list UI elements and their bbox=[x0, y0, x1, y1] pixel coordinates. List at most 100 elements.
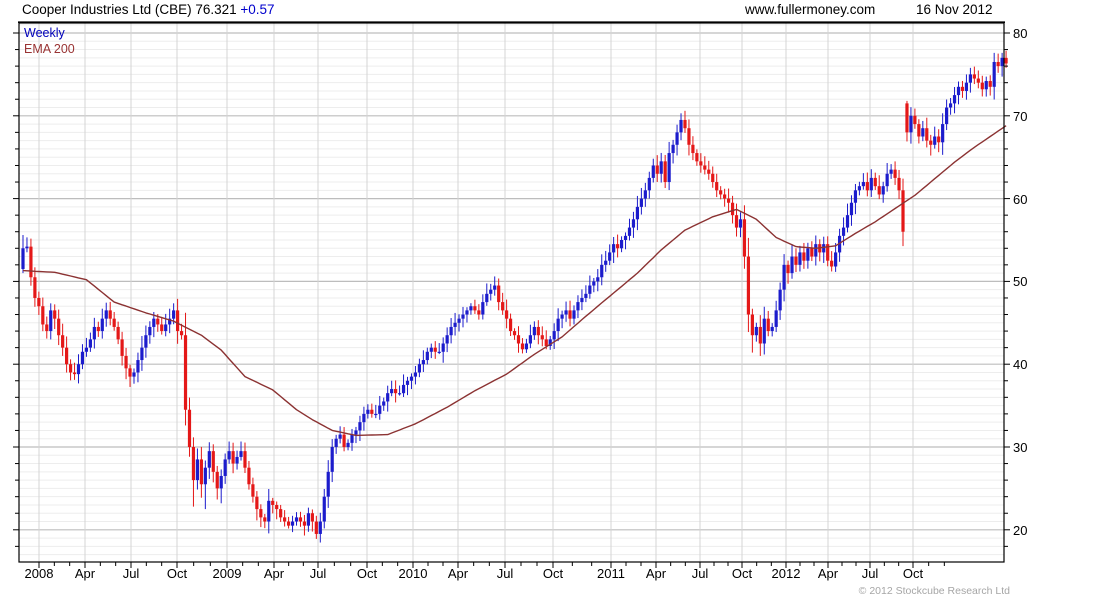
candle-down bbox=[699, 161, 703, 166]
candle-down bbox=[112, 318, 116, 327]
candle-down bbox=[730, 202, 735, 216]
candle-up bbox=[421, 360, 425, 365]
candle-up bbox=[362, 413, 366, 423]
candle-wick bbox=[240, 441, 242, 461]
candle-wick bbox=[410, 373, 412, 390]
candle-down bbox=[473, 306, 477, 311]
candle-down bbox=[179, 331, 184, 336]
candle-up bbox=[933, 136, 937, 145]
candle-up bbox=[869, 177, 873, 191]
candle-up bbox=[330, 447, 334, 472]
candle-up bbox=[350, 434, 354, 443]
candle-down bbox=[302, 521, 307, 526]
candle-up bbox=[679, 119, 683, 133]
candle-down bbox=[719, 190, 723, 195]
candle-up bbox=[584, 293, 588, 298]
candle-down bbox=[247, 467, 251, 485]
candle-up bbox=[140, 347, 144, 361]
candle-down bbox=[501, 302, 505, 311]
chart-canvas[interactable] bbox=[0, 0, 1100, 600]
candle-down bbox=[540, 335, 544, 340]
candle-down bbox=[263, 517, 267, 522]
x-axis-label-apr: Apr bbox=[263, 566, 285, 581]
candle-down bbox=[279, 509, 283, 518]
candle-down bbox=[243, 451, 247, 468]
candle-up bbox=[576, 302, 580, 311]
candle-down bbox=[251, 484, 255, 497]
candle-down bbox=[703, 165, 707, 170]
candle-down bbox=[108, 310, 112, 319]
candle-up bbox=[782, 264, 786, 290]
candle-up bbox=[239, 451, 243, 457]
candle-up bbox=[806, 248, 810, 261]
candle-up bbox=[80, 351, 85, 365]
candle-up bbox=[326, 471, 330, 497]
candle-wick bbox=[375, 404, 377, 419]
candle-wick bbox=[458, 314, 460, 332]
candle-up bbox=[469, 306, 473, 311]
candle-wick bbox=[561, 310, 563, 329]
x-axis-label-2009: 2009 bbox=[212, 566, 242, 581]
candle-up bbox=[322, 496, 326, 522]
candle-up bbox=[532, 326, 536, 336]
candle-down bbox=[255, 496, 259, 510]
y-axis-label-30: 30 bbox=[1013, 440, 1028, 455]
candle-down bbox=[901, 190, 905, 232]
candle-down bbox=[505, 310, 509, 319]
candle-up bbox=[136, 360, 140, 373]
candle-down bbox=[695, 153, 699, 162]
candle-down bbox=[41, 306, 45, 325]
candle-down bbox=[61, 335, 65, 348]
candle-down bbox=[120, 339, 124, 356]
candle-up bbox=[857, 186, 862, 191]
candle-down bbox=[893, 169, 897, 178]
candle-wick bbox=[466, 307, 468, 323]
legend-weekly-label: Weekly bbox=[24, 26, 65, 40]
candle-up bbox=[88, 339, 92, 348]
candle-up bbox=[449, 326, 453, 336]
candle-up bbox=[417, 364, 421, 373]
candle-up bbox=[647, 177, 651, 191]
x-axis-label-oct: Oct bbox=[166, 566, 188, 581]
candle-up bbox=[453, 322, 457, 327]
candle-up bbox=[639, 198, 643, 207]
plot-border bbox=[18, 22, 1005, 563]
candle-wick bbox=[862, 173, 864, 190]
x-axis-label-apr: Apr bbox=[817, 566, 839, 581]
candle-up bbox=[457, 318, 461, 323]
candle-up bbox=[397, 393, 402, 395]
candle-down bbox=[183, 335, 188, 410]
candle-up bbox=[845, 215, 850, 228]
candle-wick bbox=[391, 380, 393, 397]
candle-down bbox=[691, 144, 695, 154]
candle-up bbox=[92, 326, 96, 340]
x-axis-label-jul: Jul bbox=[691, 566, 709, 581]
candle-down bbox=[715, 182, 719, 191]
candle-down bbox=[116, 326, 120, 340]
candle-up bbox=[552, 331, 556, 340]
candle-wick bbox=[930, 134, 932, 156]
x-axis-label-2008: 2008 bbox=[24, 566, 54, 581]
candle-up bbox=[881, 186, 885, 195]
candle-up bbox=[596, 277, 600, 282]
candle-down bbox=[215, 471, 219, 489]
candle-up bbox=[405, 380, 410, 385]
candle-up bbox=[390, 389, 394, 394]
candle-up bbox=[132, 372, 136, 377]
candle-up bbox=[964, 82, 969, 91]
candle-up bbox=[354, 430, 358, 435]
candle-down bbox=[544, 339, 548, 346]
candle-up bbox=[667, 153, 671, 183]
candle-down bbox=[72, 372, 77, 375]
x-axis-label-jul: Jul bbox=[122, 566, 140, 581]
candle-down bbox=[723, 194, 727, 199]
candle-up bbox=[643, 190, 647, 199]
candle-down bbox=[314, 521, 318, 534]
candle-down bbox=[568, 310, 572, 319]
candle-down bbox=[231, 451, 235, 464]
candle-up bbox=[386, 393, 390, 402]
candle-up bbox=[25, 246, 29, 249]
candle-down bbox=[746, 256, 751, 315]
candle-up bbox=[100, 318, 104, 332]
candle-down bbox=[750, 314, 754, 336]
